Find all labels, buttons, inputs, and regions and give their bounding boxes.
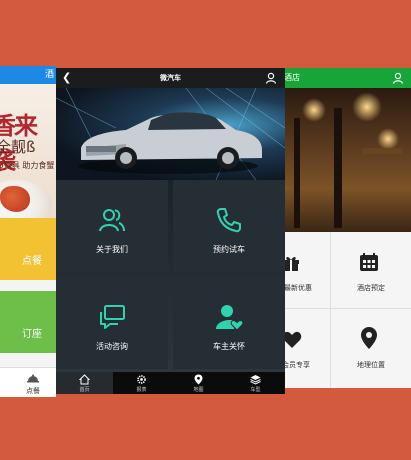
chat-icon — [100, 305, 125, 329]
gear-icon — [137, 375, 146, 384]
home-icon — [79, 374, 90, 385]
hotel-menu-grid: 最新优惠 酒店预定 会员专享 地理位置 — [282, 232, 411, 388]
menu-label: 关于我们 — [96, 245, 128, 254]
grid-item-booking[interactable]: 酒店预定 — [331, 232, 411, 308]
grid-item-offers[interactable]: 最新优惠 — [282, 232, 330, 308]
map-pin-icon — [361, 327, 377, 349]
right-phone-screen: 酒店 最新优惠 酒店预定 会员专享 地理位置 — [282, 68, 411, 388]
left-tabbar: 点餐 — [0, 367, 56, 397]
tab-home[interactable]: 首页 — [56, 372, 113, 394]
grid-label-booking: 酒店预定 — [357, 284, 385, 292]
menu-label: 预约试车 — [213, 245, 245, 254]
left-header-title: 酒 — [44, 70, 54, 80]
crab-image — [0, 186, 30, 212]
people-icon — [99, 209, 125, 232]
right-header: 酒店 — [282, 68, 411, 88]
left-tab-label[interactable]: 点餐 — [26, 386, 40, 396]
phone-icon — [216, 208, 241, 233]
user-icon[interactable] — [392, 72, 404, 84]
table — [362, 148, 402, 154]
left-header: 酒 — [0, 66, 56, 84]
hotel-lobby-photo — [282, 88, 411, 232]
user-icon[interactable] — [265, 72, 277, 84]
center-tabbar: 首页 报表 地图 车型 — [56, 372, 285, 394]
car-illustration — [56, 87, 285, 181]
pin-icon — [194, 374, 203, 385]
right-header-title: 酒店 — [284, 73, 300, 82]
heart-icon — [282, 331, 302, 348]
center-navbar: ❮ 微汽车 — [56, 68, 285, 88]
layers-icon — [250, 375, 261, 385]
grid-label-location: 地理位置 — [357, 361, 385, 369]
tab-map[interactable]: 地图 — [170, 372, 227, 394]
user-heart-icon — [216, 305, 243, 331]
cloche-icon[interactable] — [27, 372, 39, 384]
lamp-glow — [302, 98, 326, 122]
tab-models[interactable]: 车型 — [227, 372, 284, 394]
tab-label: 首页 — [79, 387, 90, 393]
grid-item-location[interactable]: 地理位置 — [331, 309, 411, 388]
menu-label: 活动咨询 — [96, 342, 128, 351]
center-title: 微汽车 — [160, 74, 181, 82]
tab-label: 车型 — [250, 387, 261, 393]
grid-label-offers: 最新优惠 — [284, 284, 312, 292]
banner-subheadline: 全靓ß — [0, 138, 36, 156]
order-food-tile[interactable]: 点餐 — [0, 218, 56, 280]
pillar — [334, 108, 342, 228]
banner-tagline: U蟹具 助力食蟹 — [0, 161, 55, 170]
reserve-seat-tile[interactable]: 订座 — [0, 291, 56, 353]
pillar — [294, 118, 300, 228]
reserve-seat-label: 订座 — [22, 329, 42, 340]
left-phone-screen: 酒 香来袭 全靓ß U蟹具 助力食蟹 点餐 订座 点餐 — [0, 66, 56, 397]
menu-test-drive[interactable]: 预约试车 — [173, 180, 285, 272]
grid-label-member: 会员专享 — [282, 361, 310, 369]
tab-label: 地图 — [193, 387, 204, 393]
grid-item-member[interactable]: 会员专享 — [282, 309, 330, 388]
order-food-label: 点餐 — [22, 256, 42, 267]
car-hero-image[interactable] — [56, 87, 285, 181]
menu-activities[interactable]: 活动咨询 — [56, 277, 168, 369]
menu-label: 车主关怀 — [213, 342, 245, 351]
tab-label: 报表 — [136, 387, 147, 393]
menu-about-us[interactable]: 关于我们 — [56, 180, 168, 272]
menu-owner-care[interactable]: 车主关怀 — [173, 277, 285, 369]
calendar-icon — [360, 253, 378, 271]
lamp-glow — [352, 92, 382, 122]
lamp-glow — [377, 128, 399, 150]
center-phone-screen: ❮ 微汽车 关于我们 预约试车 活动咨询 车主关怀 首页 报表 地图 车型 — [56, 68, 285, 394]
tab-reports[interactable]: 报表 — [113, 372, 170, 394]
center-menu-panel: 关于我们 预约试车 活动咨询 车主关怀 — [56, 180, 285, 372]
